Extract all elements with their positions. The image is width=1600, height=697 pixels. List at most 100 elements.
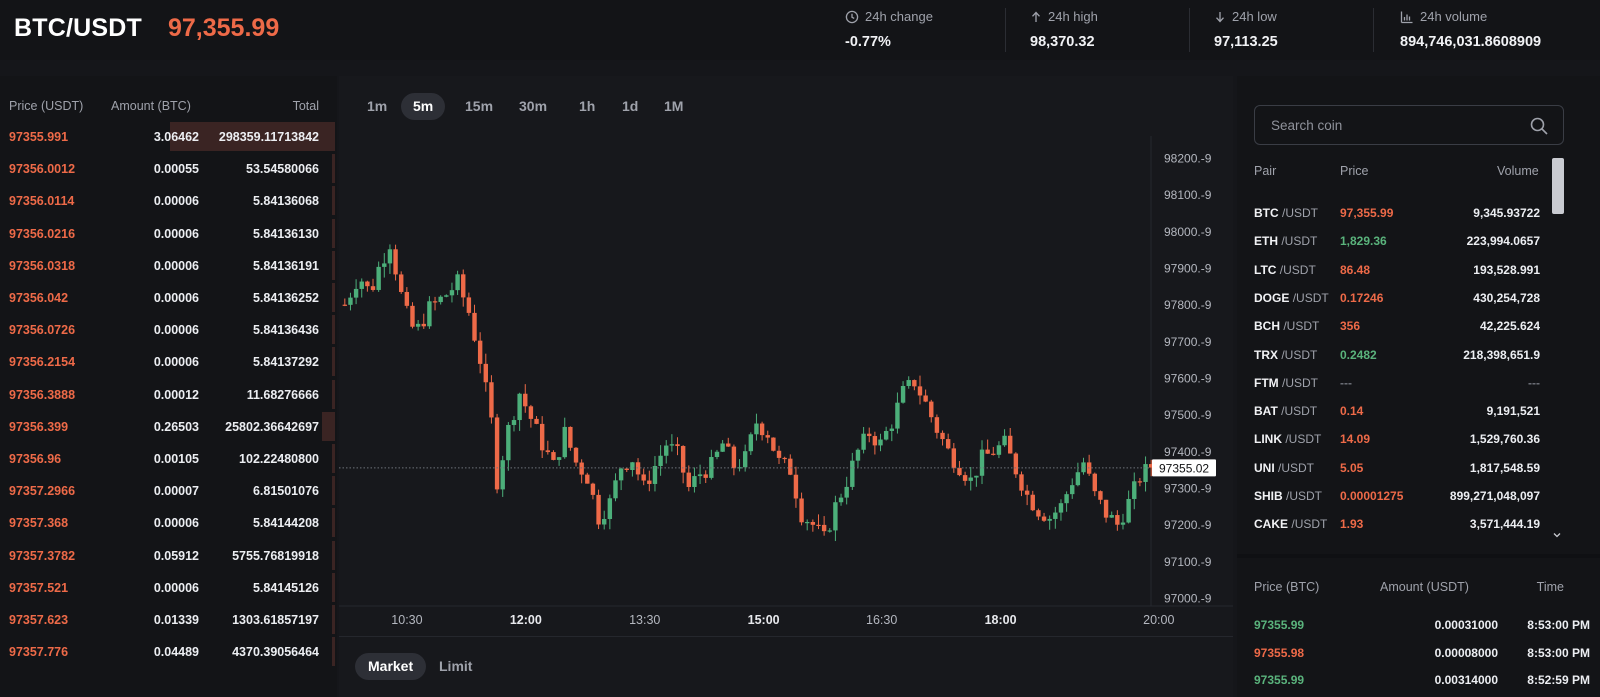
market-quote: /USDT (1283, 319, 1320, 334)
orderbook-row[interactable]: 97356.0726 0.00006 5.84136436 (0, 315, 337, 347)
candle-body (776, 450, 782, 458)
market-quote: /USDT (1292, 290, 1329, 305)
candle-body (675, 444, 680, 447)
market-pair: LTC /USDT (1254, 263, 1316, 277)
orderbook-amount: 0.00012 (153, 387, 199, 402)
orderbook-row[interactable]: 97356.3888 0.00012 11.68276666 (0, 379, 337, 412)
candle-body (1070, 485, 1075, 495)
candle-body (833, 502, 838, 531)
orderbook-row[interactable]: 97356.0114 0.00006 5.84136068 (0, 186, 337, 218)
orderbook-amount: 0.04489 (153, 645, 199, 660)
orderbook-row[interactable]: 97356.0318 0.00006 5.84136191 (0, 250, 337, 283)
search-input[interactable] (1271, 115, 1511, 135)
market-price: 97,355.99 (1340, 206, 1394, 220)
orderbook-row[interactable]: 97357.521 0.00006 5.84145126 (0, 572, 337, 605)
orderbook-row[interactable]: 97356.042 0.00006 5.84136252 (0, 283, 337, 315)
timeframe-1h[interactable]: 1h (567, 93, 607, 120)
market-row-trx[interactable]: TRX /USDT 0.2482 218,398,651.9 (1237, 340, 1549, 368)
orderbook-row[interactable]: 97356.96 0.00105 102.22480800 (0, 444, 337, 476)
orderbook-amount: 0.00006 (153, 580, 199, 595)
timeframe-5m[interactable]: 5m (401, 93, 446, 120)
orderbook-row[interactable]: 97357.2966 0.00007 6.81501076 (0, 476, 337, 508)
market-volume: 9,345.93722 (1473, 206, 1540, 220)
orderbook-row[interactable]: 97356.2154 0.00006 5.84137292 (0, 347, 337, 379)
market-row-ftm[interactable]: FTM /USDT --- --- (1237, 368, 1549, 396)
market-row-ltc[interactable]: LTC /USDT 86.48 193,528.991 (1237, 255, 1549, 283)
stat-value: -0.77% (845, 34, 891, 50)
market-quote: /USDT (1286, 489, 1323, 503)
depth-bar (332, 347, 335, 377)
trade-price: 97355.98 (1254, 645, 1305, 660)
pair-title: BTC/USDT (14, 14, 142, 42)
scrollbar-thumb[interactable] (1552, 158, 1564, 214)
orderbook-row[interactable]: 97357.623 0.01339 1303.61857197 (0, 605, 337, 637)
candle-body (579, 462, 584, 475)
candle-body (861, 433, 866, 450)
candle-body (455, 274, 460, 291)
candle-body (658, 455, 663, 467)
markets-header-price: Price (1340, 164, 1369, 178)
candle-body (1115, 515, 1120, 525)
timeframe-1m[interactable]: 1m (355, 93, 399, 120)
market-row-shib[interactable]: SHIB /USDT 0.00001275 899,271,048,097 (1237, 481, 1549, 509)
orderbook-row[interactable]: 97357.776 0.04489 4370.39056464 (0, 637, 337, 669)
market-row-cake[interactable]: CAKE /USDT 1.93 3,571,444.19 (1237, 509, 1549, 537)
market-row-doge[interactable]: DOGE /USDT 0.17246 430,254,728 (1237, 283, 1549, 311)
candle-body (793, 474, 799, 499)
candle-body (1075, 472, 1081, 486)
candle-body (1030, 494, 1035, 511)
trades-header-time: Time (1536, 580, 1564, 594)
candle-body (917, 386, 923, 396)
orderbook-row[interactable]: 97355.991 3.06462 298359.11713842 (0, 122, 337, 154)
candle-body (968, 477, 973, 481)
market-price: 5.05 (1340, 460, 1364, 475)
search-box[interactable] (1254, 105, 1564, 145)
orderbook-row[interactable]: 97356.399 0.26503 25802.36642697 (0, 411, 337, 444)
markets-scrollbar[interactable] (1549, 158, 1564, 540)
orderbook-row[interactable]: 97356.0216 0.00006 5.84136130 (0, 218, 337, 251)
market-pair: TRX /USDT (1254, 348, 1317, 362)
candle-body (1041, 516, 1047, 521)
orderbook-row[interactable]: 97356.0012 0.00055 53.54580066 (0, 154, 337, 186)
candle-body (359, 281, 364, 289)
market-price: 0.00001275 (1340, 489, 1404, 503)
tab-market[interactable]: Market (355, 653, 427, 680)
orderbook-row[interactable]: 97357.368 0.00006 5.84144208 (0, 508, 337, 540)
orderbook-amount: 0.00006 (153, 226, 199, 241)
timeframe-15m[interactable]: 15m (453, 93, 505, 120)
orderbook-price: 97357.3782 (9, 548, 76, 563)
market-header: BTC/USDT 97,355.99 24h change -0.77% 24h… (0, 0, 1600, 60)
tab-limit[interactable]: Limit (426, 653, 485, 680)
chevron-down-icon[interactable] (1552, 530, 1562, 540)
x-tick-label: 10:30 (391, 613, 422, 627)
search-icon[interactable] (1529, 116, 1549, 136)
candle-body (410, 305, 415, 327)
timeframe-1d[interactable]: 1d (610, 93, 650, 120)
candle-body (506, 424, 511, 461)
x-tick-label: 18:00 (985, 613, 1017, 627)
market-quote: /USDT (1282, 206, 1319, 220)
market-row-link[interactable]: LINK /USDT 14.09 1,529,760.36 (1237, 424, 1549, 452)
candles (342, 244, 1154, 542)
candle-body (680, 446, 686, 473)
market-price: 356 (1340, 319, 1361, 334)
trade-time: 8:52:59 PM (1527, 673, 1590, 687)
timeframe-30m[interactable]: 30m (507, 93, 559, 120)
candlestick-chart[interactable]: 98200.-9 98100.-9 98000.-9 97900.-9 97800.-9… (339, 136, 1233, 636)
market-row-uni[interactable]: UNI /USDT 5.05 1,817,548.59 (1237, 453, 1549, 481)
market-row-eth[interactable]: ETH /USDT 1,829.36 223,994.0657 (1237, 226, 1549, 254)
market-row-bch[interactable]: BCH /USDT 356 42,225.624 (1237, 311, 1549, 339)
timeframe-1M[interactable]: 1M (652, 93, 695, 120)
x-tick-label: 20:00 (1143, 613, 1174, 627)
candle-body (810, 522, 816, 525)
candle-body (1132, 481, 1137, 499)
market-price: 0.17246 (1340, 290, 1384, 305)
markets-header-volume: Volume (1497, 164, 1539, 178)
orderbook-row[interactable]: 97357.3782 0.05912 5755.76819918 (0, 540, 337, 573)
market-row-btc[interactable]: BTC /USDT 97,355.99 9,345.93722 (1237, 198, 1549, 226)
market-row-bat[interactable]: BAT /USDT 0.14 9,191,521 (1237, 396, 1549, 424)
candle-body (353, 288, 359, 298)
orderbook-price: 97357.623 (9, 613, 69, 627)
candle-body (415, 323, 421, 327)
market-pair: SHIB /USDT (1254, 489, 1322, 503)
